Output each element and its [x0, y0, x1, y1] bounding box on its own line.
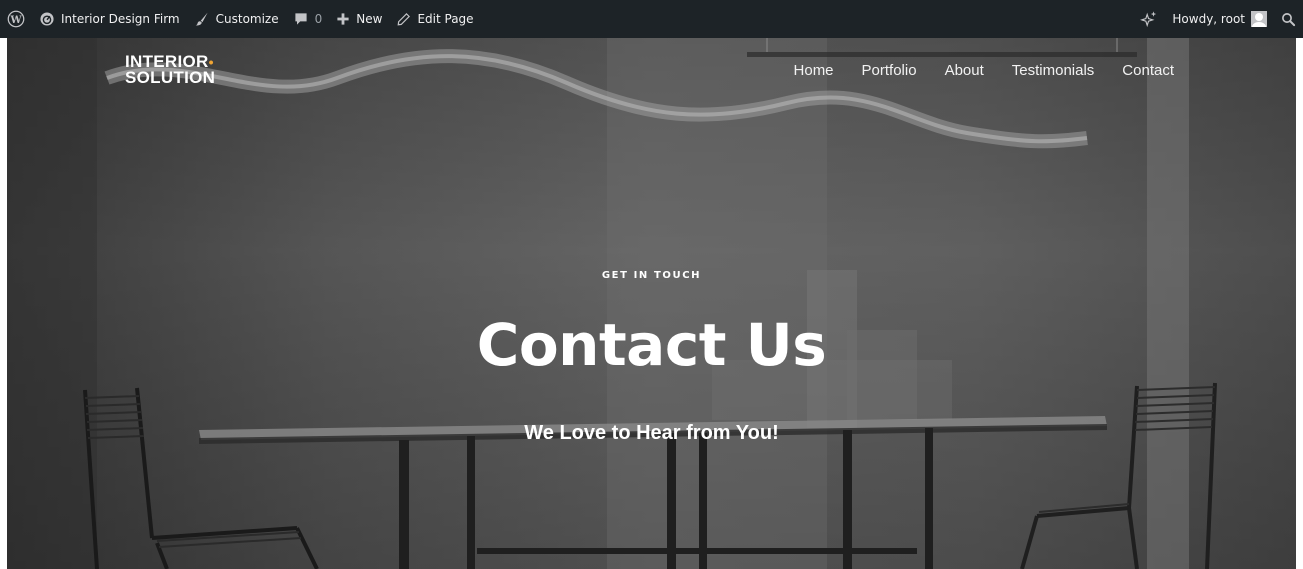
avatar [1251, 11, 1267, 27]
customize-link[interactable]: Customize [187, 0, 286, 38]
greeting-label: Howdy, root [1172, 12, 1245, 26]
my-account-menu[interactable]: Howdy, root [1165, 0, 1274, 38]
plus-icon [336, 12, 350, 26]
search-icon [1281, 12, 1296, 27]
new-content-menu[interactable]: New [329, 0, 389, 38]
page-title: Contact Us [476, 311, 827, 379]
nav-item-testimonials[interactable]: Testimonials [1012, 62, 1095, 79]
paintbrush-icon [194, 11, 210, 27]
pencil-icon [396, 12, 411, 27]
admin-search-button[interactable] [1274, 0, 1303, 38]
hero-background-image [7, 38, 1217, 569]
edit-page-label: Edit Page [417, 12, 474, 26]
svg-text:W: W [9, 15, 22, 26]
nav-item-contact[interactable]: Contact [1122, 62, 1174, 79]
site-logo[interactable]: INTERIOR• SOLUTION [125, 53, 216, 87]
comments-link[interactable]: 0 [286, 0, 330, 38]
comment-bubble-icon [293, 11, 309, 27]
new-label: New [356, 12, 383, 26]
hero-eyebrow: GET IN TOUCH [601, 270, 702, 281]
site-name-label: Interior Design Firm [61, 12, 180, 26]
nav-item-portfolio[interactable]: Portfolio [862, 62, 917, 79]
comments-count: 0 [314, 12, 323, 26]
logo-line-2: SOLUTION [125, 68, 216, 87]
main-navigation: Home Portfolio About Testimonials Contac… [794, 62, 1174, 79]
admin-bar: W Interior Design Firm Customize 0 New E… [0, 0, 1303, 38]
hero-section: INTERIOR• SOLUTION Home Portfolio About … [7, 38, 1296, 569]
wordpress-logo-menu[interactable]: W [0, 0, 32, 38]
ai-assistant-button[interactable] [1133, 0, 1165, 38]
wordpress-icon: W [7, 10, 25, 28]
nav-item-home[interactable]: Home [794, 62, 834, 79]
customize-label: Customize [215, 12, 279, 26]
edit-page-link[interactable]: Edit Page [389, 0, 480, 38]
site-name-menu[interactable]: Interior Design Firm [32, 0, 187, 38]
sparkle-icon [1140, 10, 1158, 28]
nav-item-about[interactable]: About [945, 62, 984, 79]
dashboard-icon [39, 11, 55, 27]
hero-subtitle: We Love to Hear from You! [524, 422, 779, 444]
